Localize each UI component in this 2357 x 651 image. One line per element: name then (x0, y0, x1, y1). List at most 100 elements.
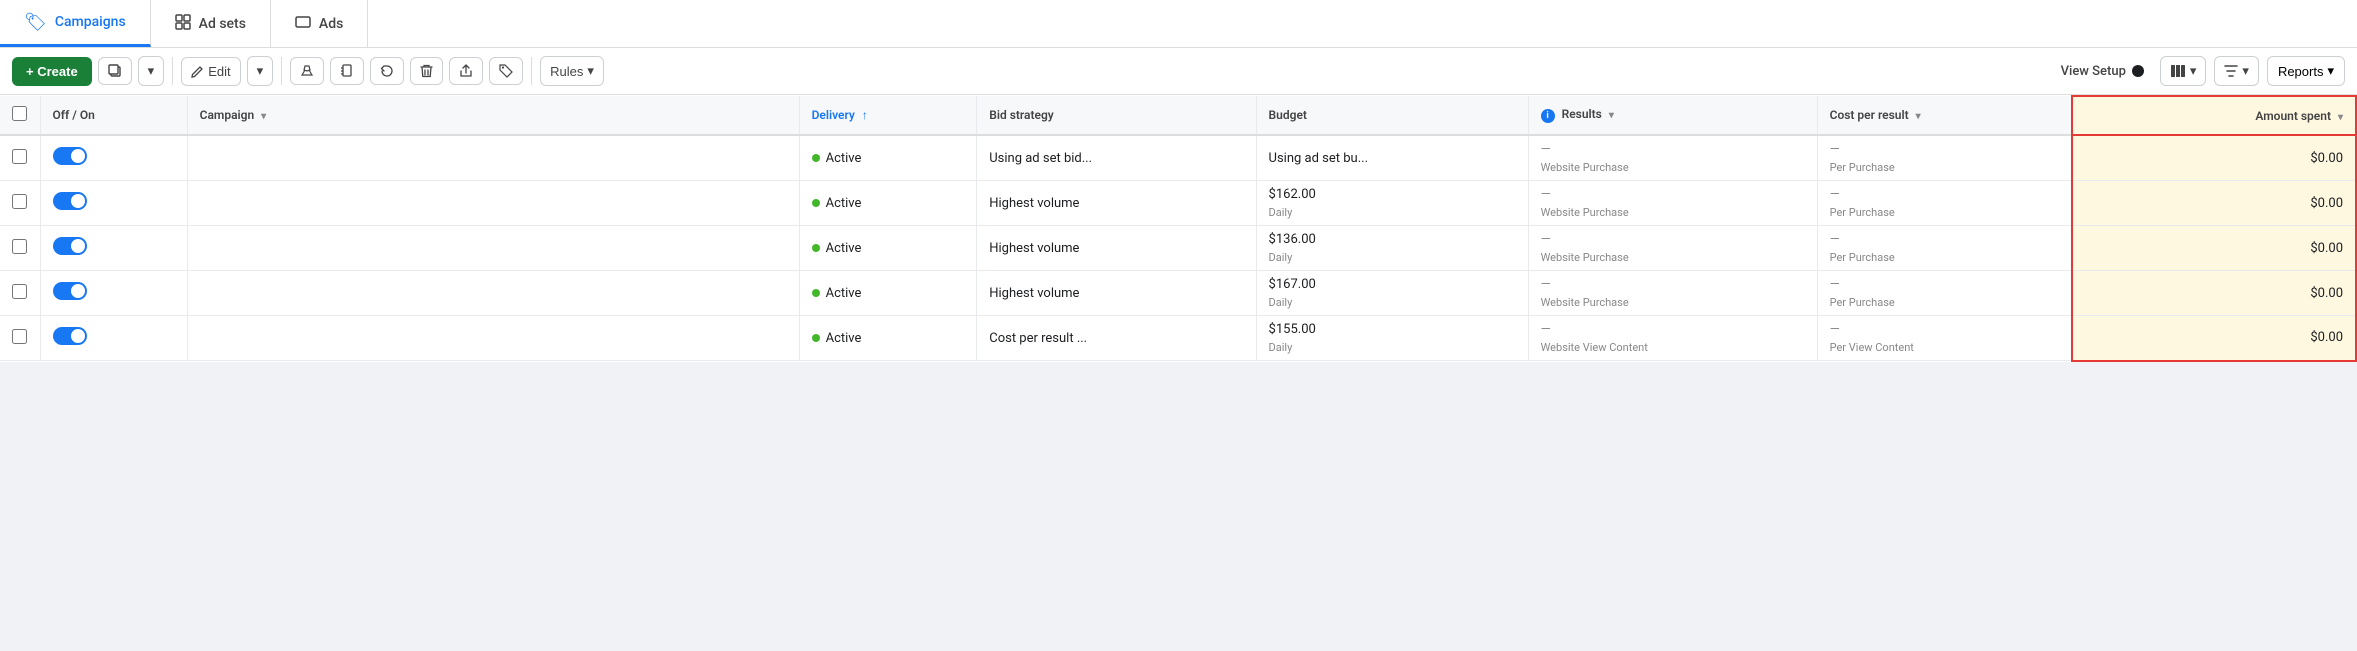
row-checkbox[interactable] (12, 149, 27, 164)
delete-button[interactable] (410, 57, 443, 85)
cost-sub: Per Purchase (1830, 249, 2059, 266)
columns-toggle-button[interactable]: ▾ (2160, 56, 2207, 86)
campaign-toggle[interactable] (53, 237, 87, 255)
row-cost-cell: —Per Purchase (1817, 135, 2072, 181)
rules-button[interactable]: Rules ▾ (540, 56, 604, 86)
row-results-cell: —Website View Content (1528, 316, 1817, 361)
cost-value: — (1830, 230, 2059, 249)
row-budget-cell: $162.00Daily (1256, 181, 1528, 226)
undo-button[interactable] (370, 57, 404, 85)
copy-button[interactable] (330, 57, 364, 85)
row-amount-spent-cell: $0.00 (2072, 226, 2356, 271)
results-sub: Website View Content (1541, 339, 1805, 356)
row-cost-cell: —Per Purchase (1817, 271, 2072, 316)
toolbar-divider-1 (172, 57, 173, 85)
row-toggle-cell[interactable] (40, 316, 187, 361)
row-bid-strategy-cell: Cost per result ... (977, 316, 1256, 361)
row-amount-spent-cell: $0.00 (2072, 135, 2356, 181)
header-cost-per-result: Cost per result ▾ (1817, 96, 2072, 135)
cost-value: — (1830, 320, 2059, 339)
results-info-icon: i (1541, 109, 1555, 123)
select-all-checkbox[interactable] (12, 106, 27, 121)
cost-sub: Per View Content (1830, 339, 2059, 356)
cost-sub: Per Purchase (1830, 204, 2059, 221)
table-row: ActiveHighest volume$136.00Daily—Website… (0, 226, 2356, 271)
columns-dropdown-icon: ▾ (2190, 63, 2197, 79)
results-sub: Website Purchase (1541, 294, 1805, 311)
row-toggle-cell[interactable] (40, 181, 187, 226)
view-setup-circle (2132, 65, 2144, 77)
share-button[interactable] (449, 57, 483, 85)
budget-value: $155.00 (1269, 320, 1516, 339)
duplicate-dropdown-button[interactable]: ▾ (138, 56, 165, 86)
row-amount-spent-cell: $0.00 (2072, 271, 2356, 316)
campaign-toggle[interactable] (53, 327, 87, 345)
row-campaign-cell (187, 181, 799, 226)
status-dot (812, 244, 820, 252)
campaign-toggle[interactable] (53, 282, 87, 300)
row-results-cell: —Website Purchase (1528, 226, 1817, 271)
table-row: ActiveHighest volume$162.00Daily—Website… (0, 181, 2356, 226)
status-dot (812, 154, 820, 162)
edit-dropdown-button[interactable]: ▾ (247, 56, 274, 86)
budget-value: $162.00 (1269, 185, 1516, 204)
budget-sub: Daily (1269, 249, 1516, 266)
row-campaign-cell (187, 271, 799, 316)
results-value: — (1541, 275, 1805, 294)
cost-value: — (1830, 140, 2059, 159)
row-budget-cell: Using ad set bu... (1256, 135, 1528, 181)
budget-value: $136.00 (1269, 230, 1516, 249)
row-toggle-cell[interactable] (40, 271, 187, 316)
row-delivery-cell: Active (799, 271, 977, 316)
row-campaign-cell (187, 226, 799, 271)
campaign-filter-icon: ▾ (261, 111, 266, 122)
row-cost-cell: —Per View Content (1817, 316, 2072, 361)
edit-button[interactable]: Edit (181, 57, 240, 86)
test-button[interactable] (290, 57, 324, 85)
row-checkbox[interactable] (12, 284, 27, 299)
top-navigation: 🏷 Campaigns Ad sets Ads (0, 0, 2357, 48)
toolbar-divider-3 (531, 57, 532, 85)
create-button[interactable]: + Create (12, 57, 92, 86)
row-toggle-cell[interactable] (40, 226, 187, 271)
tab-adsets[interactable]: Ad sets (151, 0, 271, 47)
header-bid-strategy: Bid strategy (977, 96, 1256, 135)
header-campaign[interactable]: Campaign ▾ (187, 96, 799, 135)
row-bid-strategy-cell: Highest volume (977, 181, 1256, 226)
row-checkbox[interactable] (12, 239, 27, 254)
table-row: ActiveUsing ad set bid...Using ad set bu… (0, 135, 2356, 181)
edit-label: Edit (208, 64, 230, 79)
tab-ads[interactable]: Ads (271, 0, 368, 47)
header-delivery[interactable]: Delivery ↑ (799, 96, 977, 135)
row-checkbox-cell[interactable] (0, 135, 40, 181)
results-value: — (1541, 230, 1805, 249)
filter-cols-button[interactable]: ▾ (2214, 56, 2259, 86)
duplicate-button[interactable] (98, 57, 132, 85)
adsets-icon (175, 14, 191, 34)
status-dot (812, 289, 820, 297)
tab-campaigns[interactable]: 🏷 Campaigns (0, 0, 151, 47)
campaigns-icon: 🏷 (24, 12, 47, 33)
row-bid-strategy-cell: Using ad set bid... (977, 135, 1256, 181)
row-checkbox[interactable] (12, 194, 27, 209)
reports-button[interactable]: Reports ▾ (2267, 56, 2345, 86)
row-checkbox-cell[interactable] (0, 316, 40, 361)
row-budget-cell: $136.00Daily (1256, 226, 1528, 271)
row-delivery-cell: Active (799, 135, 977, 181)
cost-sub: Per Purchase (1830, 159, 2059, 176)
row-checkbox[interactable] (12, 329, 27, 344)
row-toggle-cell[interactable] (40, 135, 187, 181)
row-checkbox-cell[interactable] (0, 181, 40, 226)
row-checkbox-cell[interactable] (0, 226, 40, 271)
row-delivery-cell: Active (799, 226, 977, 271)
row-results-cell: —Website Purchase (1528, 135, 1817, 181)
cost-value: — (1830, 275, 2059, 294)
amount-spent-value: $0.00 (2073, 143, 2355, 174)
campaign-toggle[interactable] (53, 192, 87, 210)
tag-button[interactable] (489, 57, 523, 85)
amount-spent-value: $0.00 (2073, 278, 2355, 309)
view-setup-label[interactable]: View Setup (2061, 64, 2144, 79)
header-checkbox[interactable] (0, 96, 40, 135)
campaign-toggle[interactable] (53, 147, 87, 165)
row-checkbox-cell[interactable] (0, 271, 40, 316)
